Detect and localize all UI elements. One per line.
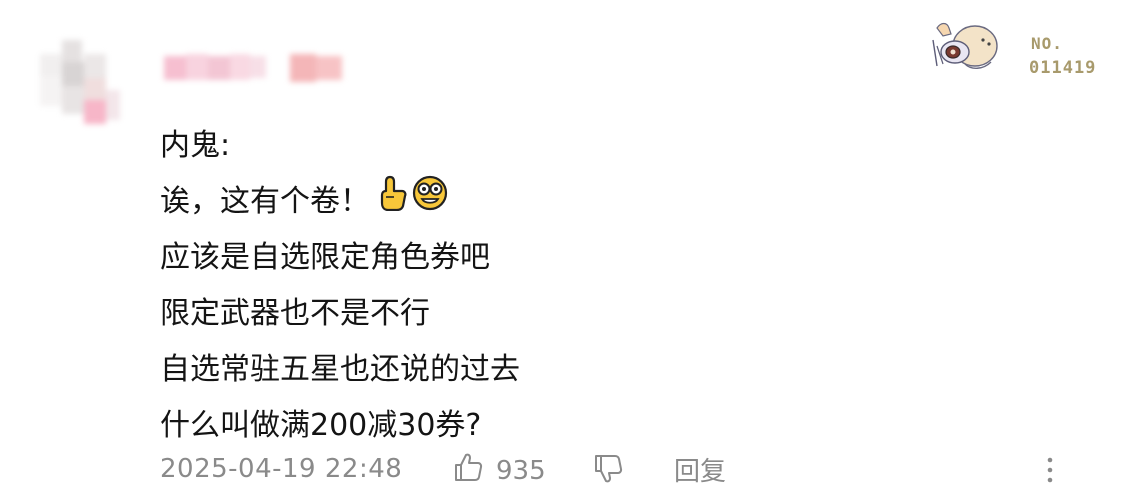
comment-footer: 2025-04-19 22:48 935 回复 xyxy=(160,447,1070,491)
thumbs-up-icon xyxy=(452,451,484,490)
comment-line: 什么叫做满200减30券? xyxy=(160,408,482,443)
username[interactable] xyxy=(160,50,350,90)
reply-button[interactable]: 回复 xyxy=(674,451,726,488)
badge-prefix: NO. xyxy=(1031,34,1063,53)
more-vertical-icon xyxy=(1040,457,1060,492)
comment-line: 自选常驻五星也还说的过去 xyxy=(160,352,520,387)
like-button[interactable]: 935 xyxy=(452,451,546,490)
badge-number: 011419 xyxy=(1029,58,1097,78)
like-count: 935 xyxy=(496,455,546,486)
thumbs-down-icon xyxy=(592,455,624,492)
comment-line: 应该是自选限定角色券吧 xyxy=(160,240,490,275)
comment-line: 内鬼: xyxy=(160,128,231,163)
comment-timestamp: 2025-04-19 22:48 xyxy=(160,454,403,484)
grinning-glasses-face-icon xyxy=(412,174,448,230)
badge-character-art-icon xyxy=(925,18,1005,74)
pointing-up-hand-icon xyxy=(380,174,408,230)
comment-line: 诶，这有个卷！ xyxy=(160,184,370,219)
fan-badge: NO. 011419 xyxy=(925,18,1115,78)
comment-line-with-emoji: 诶，这有个卷！ xyxy=(160,174,1060,230)
comment-line: 限定武器也不是不行 xyxy=(160,296,430,331)
more-options-button[interactable] xyxy=(1040,455,1060,485)
comment-body: 内鬼: 诶，这有个卷！ 应该是自选限定角色券吧 限定武器也不是不行 自选常驻五星… xyxy=(160,118,1060,454)
avatar[interactable] xyxy=(40,40,122,126)
dislike-button[interactable] xyxy=(592,453,624,492)
